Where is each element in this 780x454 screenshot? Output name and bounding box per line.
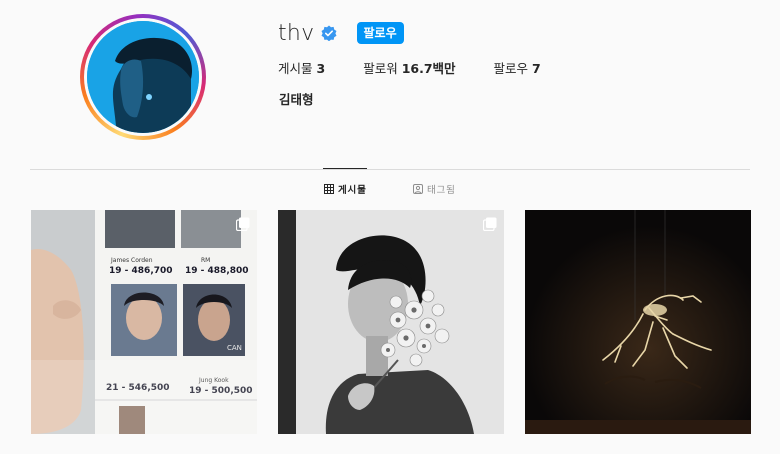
profile-avatar-ring[interactable] [80, 14, 206, 140]
post-1-label-james: James Corden [110, 257, 153, 264]
tab-tagged-label: 태그됨 [427, 185, 456, 196]
profile-header: thv 팔로우 [278, 18, 404, 48]
stat-following-value: 7 [532, 61, 541, 76]
tab-posts[interactable]: 게시물 [324, 182, 367, 196]
post-1-value-2: 19 - 488,800 [185, 266, 249, 276]
post-thumbnail-1[interactable]: James Corden RM 19 - 486,700 19 - 488,80… [31, 210, 257, 434]
post-thumbnail-3[interactable] [525, 210, 751, 434]
multiple-photos-icon [236, 217, 250, 231]
username-row: thv 팔로우 [278, 18, 404, 48]
stat-posts: 게시물 3 [278, 58, 325, 77]
profile-stats: 게시물 3 팔로워 16.7백만 팔로우 7 [278, 58, 579, 77]
post-1-label-can: CAN [227, 344, 242, 352]
tab-tagged[interactable]: 태그됨 [413, 182, 456, 196]
tabs-divider [30, 169, 750, 170]
follow-button[interactable]: 팔로우 [356, 22, 404, 44]
profile-fullname: 김태형 [279, 92, 314, 107]
post-1-value-1: 19 - 486,700 [109, 266, 173, 276]
stat-following[interactable]: 팔로우 7 [494, 58, 541, 77]
post-1-label-rm: RM [201, 257, 210, 264]
tab-posts-label: 게시물 [338, 185, 367, 196]
stat-posts-value: 3 [316, 61, 326, 76]
stat-followers-label: 팔로워 [363, 61, 398, 76]
multiple-photos-icon [483, 217, 497, 231]
grid-icon [324, 184, 334, 194]
avatar[interactable] [84, 18, 202, 136]
stat-followers-value: 16.7백만 [401, 61, 456, 76]
active-tab-indicator [323, 168, 367, 169]
tag-person-icon [413, 184, 423, 194]
verified-badge-icon [321, 25, 337, 42]
stat-followers[interactable]: 팔로워 16.7백만 [363, 58, 455, 77]
stat-following-label: 팔로우 [493, 61, 529, 76]
username: thv [278, 20, 315, 46]
avatar-image [87, 21, 199, 133]
stat-posts-label: 게시물 [278, 61, 313, 76]
post-thumbnail-2[interactable] [278, 210, 504, 434]
